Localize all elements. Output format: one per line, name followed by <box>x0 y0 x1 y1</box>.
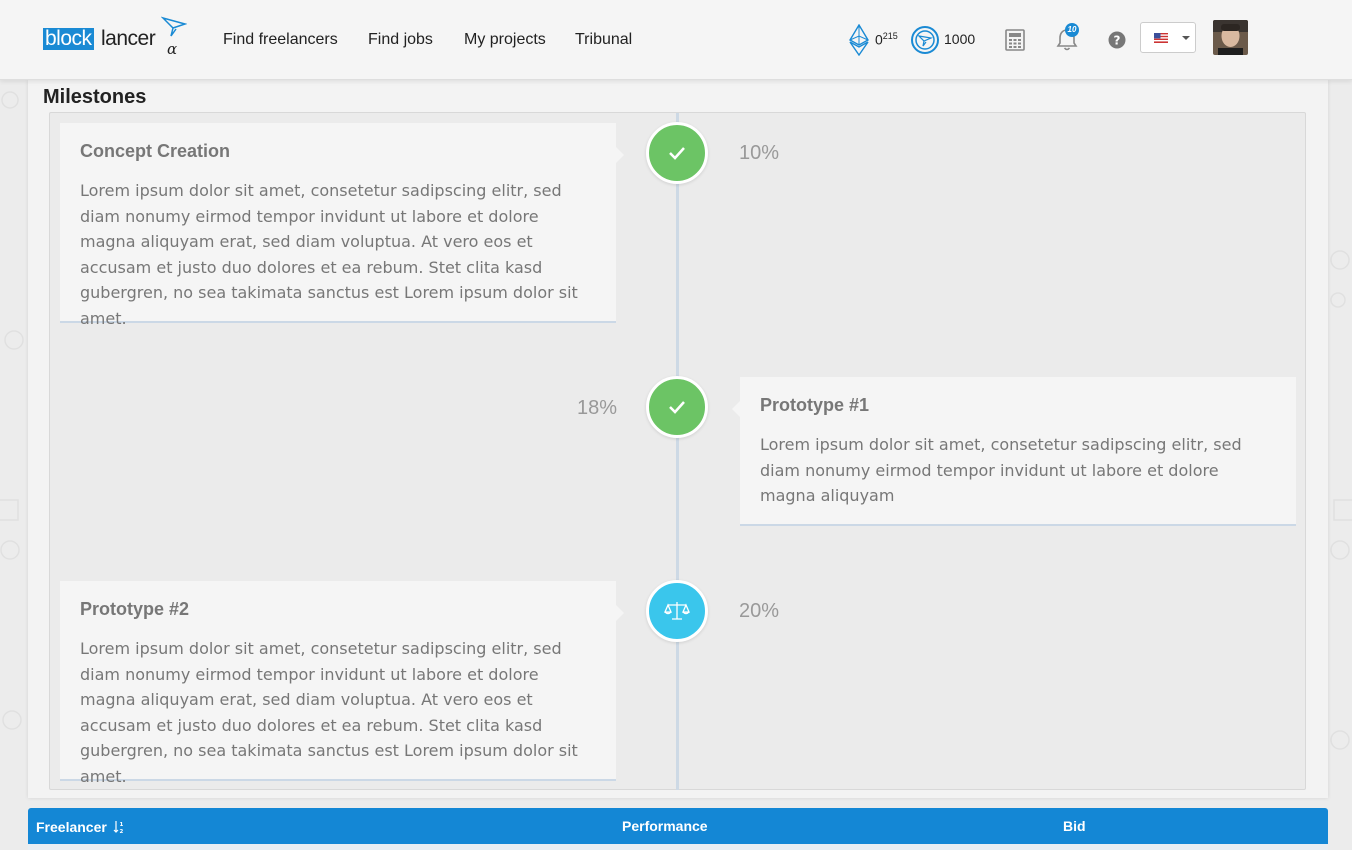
milestone-title: Prototype #2 <box>80 599 190 619</box>
language-select[interactable] <box>1140 22 1196 53</box>
sort-numeric-icon[interactable]: 1 2 <box>113 820 125 835</box>
nav-tribunal[interactable]: Tribunal <box>575 31 632 49</box>
nav-find-freelancers[interactable]: Find freelancers <box>223 31 338 49</box>
chevron-down-icon <box>1182 36 1190 40</box>
milestone-percent: 10% <box>739 142 780 164</box>
bids-table-header: Freelancer 1 2 Performance Bid <box>28 808 1328 844</box>
token-icon <box>911 26 939 54</box>
logo-block-text: block <box>43 27 94 50</box>
top-navbar: block lancer α Find freelancers Find job… <box>0 0 1352 80</box>
table-row <box>28 844 1328 850</box>
nav-find-jobs[interactable]: Find jobs <box>368 31 433 49</box>
milestone-status-completed <box>646 122 708 184</box>
check-icon <box>669 147 685 160</box>
check-icon <box>669 401 685 414</box>
nav-my-projects[interactable]: My projects <box>464 31 546 49</box>
timeline-line <box>676 113 679 790</box>
logo-lancer-text: lancer <box>101 27 156 50</box>
column-header-performance[interactable]: Performance <box>622 818 708 834</box>
milestones-heading: Milestones <box>43 86 147 108</box>
calculator-icon[interactable] <box>1005 29 1025 51</box>
logo-alpha-text: α <box>167 40 178 58</box>
svg-text:1: 1 <box>119 822 123 828</box>
svg-text:2: 2 <box>119 829 123 834</box>
milestone-description: Lorem ipsum dolor sit amet, consetetur s… <box>80 639 578 786</box>
background-pattern <box>1330 250 1352 750</box>
milestone-percent: 20% <box>739 600 780 622</box>
column-header-freelancer[interactable]: Freelancer 1 2 <box>36 818 123 835</box>
help-icon[interactable]: ? <box>1108 31 1126 49</box>
svg-text:?: ? <box>1114 34 1121 48</box>
token-balance: 1000 <box>944 31 976 47</box>
milestone-percent: 18% <box>577 397 618 419</box>
milestone-description: Lorem ipsum dolor sit amet, consetetur s… <box>760 435 1242 506</box>
milestone-card-concept-creation[interactable]: Concept Creation Lorem ipsum dolor sit a… <box>60 123 624 328</box>
us-flag-icon <box>1154 33 1168 43</box>
column-header-bid[interactable]: Bid <box>1063 818 1086 834</box>
milestone-status-dispute <box>646 580 708 642</box>
milestone-status-completed <box>646 376 708 438</box>
background-pattern <box>0 91 24 730</box>
milestone-title: Concept Creation <box>80 141 231 161</box>
milestone-title: Prototype #1 <box>760 395 870 415</box>
eth-balance: 0215 <box>875 31 898 48</box>
notification-badge: 10 <box>1065 23 1079 37</box>
avatar[interactable] <box>1213 20 1248 55</box>
scales-icon <box>664 602 690 620</box>
milestone-description: Lorem ipsum dolor sit amet, consetetur s… <box>80 181 578 328</box>
paper-plane-icon <box>161 16 187 37</box>
milestone-card-prototype-1[interactable]: Prototype #1 Lorem ipsum dolor sit amet,… <box>732 377 1296 526</box>
milestone-card-prototype-2[interactable]: Prototype #2 Lorem ipsum dolor sit amet,… <box>60 581 624 786</box>
ethereum-icon <box>849 24 869 56</box>
